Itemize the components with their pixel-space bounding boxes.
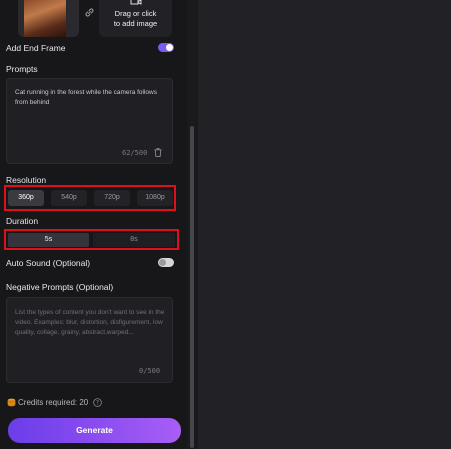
resolution-option-360p[interactable]: 360p bbox=[8, 190, 44, 206]
prompt-textarea[interactable]: Cat running in the forest while the came… bbox=[6, 78, 173, 164]
auto-sound-label: Auto Sound (Optional) bbox=[6, 258, 91, 268]
resolution-selector: 360p 540p 720p 1080p bbox=[4, 185, 176, 211]
preview-area bbox=[198, 0, 451, 449]
auto-sound-toggle[interactable] bbox=[158, 258, 174, 267]
end-frame-toggle[interactable] bbox=[158, 43, 174, 52]
negative-prompt-placeholder: List the types of content you don't want… bbox=[15, 309, 165, 336]
video-plus-icon bbox=[130, 0, 142, 5]
start-frame-image bbox=[24, 0, 66, 37]
duration-selector: 5s 8s bbox=[4, 229, 179, 250]
duration-label: Duration bbox=[6, 216, 39, 226]
prompt-char-counter: 62/500 bbox=[122, 149, 148, 157]
start-frame-thumbnail[interactable] bbox=[18, 0, 79, 37]
prompt-text: Cat running in the forest while the came… bbox=[15, 89, 157, 106]
help-icon[interactable]: ? bbox=[93, 398, 102, 407]
scrollbar-thumb[interactable] bbox=[190, 126, 194, 448]
negative-prompt-textarea[interactable]: List the types of content you don't want… bbox=[6, 297, 173, 383]
resolution-label: Resolution bbox=[6, 175, 47, 185]
toggle-knob bbox=[166, 44, 173, 51]
duration-option-5s[interactable]: 5s bbox=[8, 233, 89, 247]
trash-icon[interactable] bbox=[154, 148, 162, 157]
upload-hint: Drag or click to add image bbox=[113, 9, 158, 28]
duration-option-8s[interactable]: 8s bbox=[93, 233, 175, 247]
prompts-label: Prompts bbox=[6, 64, 38, 74]
settings-panel: Drag or click to add image Add End Frame… bbox=[0, 0, 187, 449]
end-frame-upload[interactable]: Drag or click to add image bbox=[99, 0, 172, 37]
resolution-option-720p[interactable]: 720p bbox=[94, 190, 130, 206]
resolution-option-1080p[interactable]: 1080p bbox=[137, 190, 173, 206]
credits-required-text: Credits required: 20 bbox=[18, 398, 89, 407]
end-frame-label: Add End Frame bbox=[6, 43, 66, 53]
negative-prompts-label: Negative Prompts (Optional) bbox=[6, 282, 114, 292]
generate-button[interactable]: Generate bbox=[8, 418, 181, 443]
coin-icon bbox=[7, 398, 16, 407]
negative-prompt-char-counter: 0/500 bbox=[139, 367, 161, 375]
link-icon[interactable] bbox=[84, 7, 95, 18]
toggle-knob bbox=[159, 259, 166, 266]
resolution-option-540p[interactable]: 540p bbox=[51, 190, 87, 206]
svg-text:?: ? bbox=[96, 400, 99, 407]
